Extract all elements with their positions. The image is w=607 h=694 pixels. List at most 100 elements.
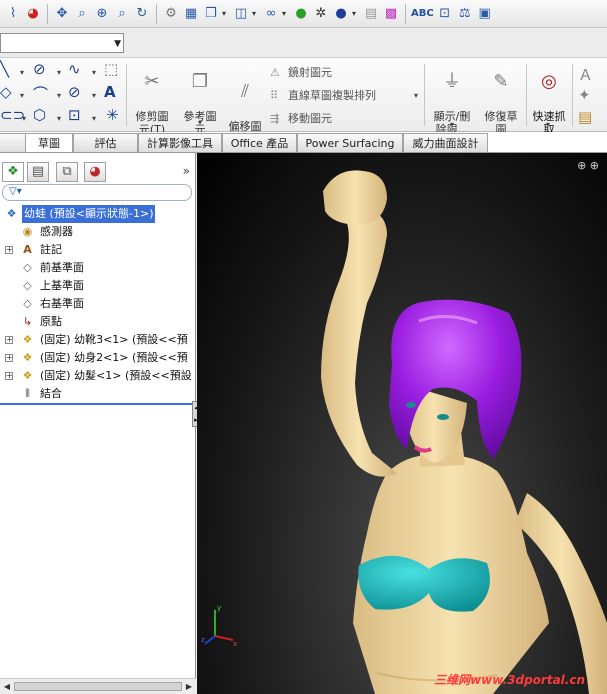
tab-features[interactable]: [0, 133, 26, 152]
tolerance-icon[interactable]: ⊡: [436, 5, 454, 23]
tree-item-part[interactable]: + ❖ (固定) 幼靴3<1> (預設<<預: [0, 331, 196, 349]
expand-toggle-icon[interactable]: +: [5, 246, 13, 254]
polygon-icon[interactable]: ⬡: [33, 106, 46, 124]
hide-items-dropdown-icon[interactable]: ▾: [282, 9, 290, 18]
repair-sketch-button[interactable]: ✎ 修復草 圖: [480, 62, 522, 137]
convert-dropdown-icon[interactable]: ▾: [198, 118, 202, 127]
expand-toggle-icon[interactable]: +: [5, 354, 13, 362]
fillet-icon[interactable]: ⊡: [68, 106, 81, 124]
hide-items-icon[interactable]: ∞: [262, 5, 280, 23]
view-settings-icon[interactable]: ●: [332, 5, 350, 23]
grid-icon[interactable]: ⬚: [104, 60, 118, 78]
tree-item-sensors[interactable]: ◉ 感測器: [0, 223, 196, 241]
pan-icon[interactable]: ✥: [53, 5, 71, 23]
line-dropdown-icon[interactable]: ▾: [20, 68, 24, 77]
expand-toggle-icon[interactable]: +: [5, 336, 13, 344]
display-manager-tab[interactable]: ◕: [84, 162, 106, 182]
hide-show-icon[interactable]: ⚙: [162, 5, 180, 23]
display-style-icon[interactable]: ◫: [232, 5, 250, 23]
plane-icon: ◇: [23, 279, 32, 292]
tree-item-label: 註記: [40, 243, 62, 256]
graphics-area[interactable]: ⊕ ⊕ y x z 三维网www.3dportal.cn: [197, 153, 607, 694]
trim-entities-button[interactable]: ✂ 修剪圖 元(T): [129, 62, 175, 137]
property-manager-tab[interactable]: ▤: [27, 162, 49, 182]
expand-tabs-icon[interactable]: »: [183, 164, 190, 178]
move-entities-button[interactable]: ⇶ 移動圖元: [270, 110, 332, 126]
circle-icon[interactable]: ⊘: [33, 60, 46, 78]
slot-dropdown-icon[interactable]: ▾: [22, 114, 26, 123]
line-icon[interactable]: ╲: [0, 60, 9, 78]
sectional-view-icon[interactable]: ▦: [182, 5, 200, 23]
view-orientation-dropdown-icon[interactable]: ▾: [222, 9, 230, 18]
tree-item-part[interactable]: + ❖ (固定) 幼身2<1> (預設<<預: [0, 349, 196, 367]
rectangle-dropdown-icon[interactable]: ▾: [20, 91, 24, 100]
fillet-dropdown-icon[interactable]: ▾: [92, 114, 96, 123]
arc-icon[interactable]: ⌒: [33, 83, 48, 104]
tab-power-surface-design[interactable]: 威力曲面設計: [403, 133, 488, 152]
view-orientation-icon[interactable]: ❒: [202, 5, 220, 23]
text-icon[interactable]: A: [104, 83, 116, 101]
tab-office-products[interactable]: Office 產品: [222, 133, 297, 152]
tree-item-origin[interactable]: ↳ 原點: [0, 313, 196, 331]
expand-toggle-icon[interactable]: +: [5, 372, 13, 380]
model-figure[interactable]: [197, 153, 607, 694]
sensor-icon: ◉: [22, 225, 33, 238]
arc-dropdown-icon[interactable]: ▾: [57, 91, 61, 100]
apply-scene-icon[interactable]: ✲: [312, 5, 330, 23]
scroll-left-icon[interactable]: ◀: [1, 681, 13, 692]
toolbar-divider: [405, 3, 406, 24]
edit-appearance-icon[interactable]: ●: [292, 5, 310, 23]
tab-sketch[interactable]: 草圖: [25, 133, 73, 152]
sketch-picture-icon[interactable]: ▤: [578, 108, 592, 126]
mirror-entities-button[interactable]: ⚠ 鏡射圖元: [270, 64, 332, 80]
tab-simulation-tools[interactable]: 計算影像工具: [138, 133, 222, 152]
point-icon[interactable]: ✳: [106, 106, 119, 124]
document-properties-icon[interactable]: ▣: [476, 5, 494, 23]
realview-icon[interactable]: ▩: [382, 5, 400, 23]
spline-dropdown-icon[interactable]: ▾: [92, 68, 96, 77]
tree-item-part[interactable]: + ❖ (固定) 幼髮<1> (預設<<預設: [0, 367, 196, 385]
rotate-icon[interactable]: ↻: [133, 5, 151, 23]
tab-power-surfacing[interactable]: Power Surfacing: [297, 133, 403, 152]
spline-icon[interactable]: ∿: [68, 60, 81, 78]
scroll-right-icon[interactable]: ▶: [183, 681, 195, 692]
color-wheel-icon[interactable]: ◕: [24, 5, 42, 23]
circle-dropdown-icon[interactable]: ▾: [57, 68, 61, 77]
feature-tree-tab[interactable]: ❖: [2, 162, 24, 182]
balance-icon[interactable]: ⚖: [456, 5, 474, 23]
mirror-label: 鏡射圖元: [288, 66, 332, 79]
zoom-area-icon[interactable]: ⊕: [93, 5, 111, 23]
scroll-thumb[interactable]: [14, 682, 182, 691]
zoom-select-icon[interactable]: ⌕: [113, 5, 131, 23]
configuration-dropdown[interactable]: ▼: [0, 33, 124, 53]
display-style-dropdown-icon[interactable]: ▾: [252, 9, 260, 18]
tree-item-right-plane[interactable]: ◇ 右基準面: [0, 295, 196, 313]
tree-item-front-plane[interactable]: ◇ 前基準面: [0, 259, 196, 277]
sketch-ink-icon[interactable]: ✦: [578, 86, 591, 104]
mates-icon: ⫴: [25, 387, 30, 400]
view-settings-dropdown-icon[interactable]: ▾: [352, 9, 360, 18]
linear-pattern-button[interactable]: ⠿ 直線草圖複製排列: [270, 87, 376, 103]
configuration-manager-tab[interactable]: ⧉: [56, 162, 78, 182]
ellipse-dropdown-icon[interactable]: ▾: [92, 91, 96, 100]
rollback-bar[interactable]: [0, 403, 196, 405]
curve-icon[interactable]: ⌇: [4, 5, 22, 23]
shadows-icon[interactable]: ▤: [362, 5, 380, 23]
relations-dropdown-icon[interactable]: ▾: [450, 120, 454, 129]
rapid-sketch-icon[interactable]: Ａ: [578, 64, 593, 85]
tree-item-annotations[interactable]: + A 註記: [0, 241, 196, 259]
linear-pattern-dropdown-icon[interactable]: ▾: [414, 91, 418, 100]
ribbon-divider: [572, 64, 573, 126]
quick-snaps-dropdown-icon[interactable]: ▾: [546, 120, 550, 129]
tree-item-root-assembly[interactable]: ❖ 幼蛙 (預設<顯示狀態-1>): [0, 205, 196, 223]
zoom-to-fit-icon[interactable]: ⌕: [73, 5, 91, 23]
tree-item-top-plane[interactable]: ◇ 上基準面: [0, 277, 196, 295]
spell-check-icon[interactable]: ABC: [411, 8, 434, 19]
tab-evaluate[interactable]: 評估: [73, 133, 138, 152]
tree-filter[interactable]: ▽▾: [2, 184, 192, 201]
ellipse-icon[interactable]: ⊘: [68, 83, 81, 101]
horizontal-scrollbar[interactable]: ◀ ▶: [0, 678, 196, 694]
tree-item-mates[interactable]: ⫴ 結合: [0, 385, 196, 403]
polygon-dropdown-icon[interactable]: ▾: [57, 114, 61, 123]
rectangle-icon[interactable]: ◇: [0, 83, 12, 101]
